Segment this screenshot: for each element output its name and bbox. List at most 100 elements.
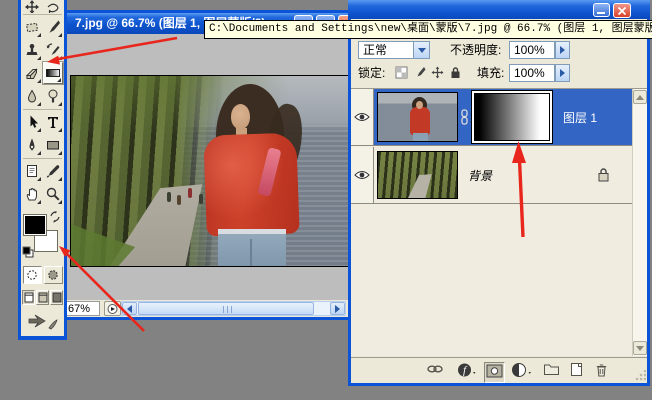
scroll-right-button[interactable] bbox=[330, 302, 345, 315]
standard-mode-icon bbox=[25, 268, 39, 282]
pedestrian bbox=[188, 188, 192, 198]
layer-mask-thumbnail[interactable] bbox=[471, 90, 553, 144]
pen-tool[interactable] bbox=[22, 134, 42, 156]
lock-transparency-icon[interactable] bbox=[395, 66, 408, 79]
woman-jeans bbox=[218, 229, 286, 267]
fullscreen-menubar-button[interactable] bbox=[36, 290, 49, 305]
layer1-thumbnail[interactable] bbox=[377, 92, 458, 142]
adjustment-layer-icon[interactable] bbox=[511, 362, 533, 381]
tools-palette bbox=[18, 0, 67, 340]
history-brush-tool[interactable] bbox=[43, 39, 63, 61]
notes-tool[interactable] bbox=[22, 160, 42, 182]
layer-list: 图层 1 背景 bbox=[351, 88, 647, 356]
visibility-toggle[interactable] bbox=[351, 147, 374, 203]
scroll-down-button[interactable] bbox=[633, 341, 647, 355]
path-tooltip: C:\Documents and Settings\new\桌面\蒙版\7.jp… bbox=[204, 20, 652, 39]
lock-label: 锁定: bbox=[358, 64, 385, 82]
fullscreen-button[interactable] bbox=[50, 290, 63, 305]
layer-row-background[interactable]: 背景 bbox=[351, 147, 632, 204]
type-tool[interactable] bbox=[43, 111, 63, 133]
hand-tool[interactable] bbox=[22, 183, 42, 205]
left-arrow-icon bbox=[127, 305, 132, 313]
zoom-level-box[interactable]: 67% bbox=[64, 301, 100, 316]
woman-face bbox=[231, 104, 250, 129]
panel-close-button[interactable] bbox=[613, 3, 631, 18]
jump-to-imageready-button[interactable] bbox=[27, 312, 59, 335]
add-layer-mask-icon[interactable] bbox=[484, 362, 505, 383]
link-layers-icon[interactable] bbox=[426, 362, 444, 379]
woman-red-top bbox=[203, 132, 299, 236]
pedestrian bbox=[199, 194, 203, 204]
layers-panel-title-bar[interactable] bbox=[348, 0, 650, 19]
opacity-label: 不透明度: bbox=[450, 41, 501, 59]
close-icon bbox=[617, 6, 627, 16]
lasso-tool[interactable] bbox=[43, 0, 63, 13]
right-arrow-icon bbox=[335, 305, 340, 313]
zoom-tool[interactable] bbox=[43, 183, 63, 205]
move-icon bbox=[24, 0, 40, 13]
background-thumbnail[interactable] bbox=[377, 151, 458, 199]
standard-mode-button[interactable] bbox=[23, 266, 42, 284]
default-colors-icon[interactable] bbox=[22, 246, 34, 261]
fill-label: 填充: bbox=[477, 64, 504, 82]
patch-tool[interactable] bbox=[22, 16, 42, 38]
delete-layer-icon[interactable] bbox=[594, 362, 609, 381]
blend-mode-value: 正常 bbox=[363, 43, 387, 57]
horizontal-scrollbar[interactable] bbox=[121, 301, 346, 316]
lasso-icon bbox=[45, 0, 61, 13]
new-layer-icon[interactable] bbox=[569, 362, 584, 380]
dodge-tool[interactable] bbox=[43, 85, 63, 107]
clone-stamp-tool[interactable] bbox=[22, 39, 42, 61]
layer-name[interactable]: 背景 bbox=[468, 167, 492, 184]
eyedropper-tool[interactable] bbox=[43, 160, 63, 182]
opacity-field[interactable]: 100% bbox=[509, 41, 555, 59]
eraser-tool[interactable] bbox=[22, 62, 42, 84]
fill-field[interactable]: 100% bbox=[509, 64, 555, 82]
zoom-level-value: 67% bbox=[68, 303, 90, 315]
image-canvas[interactable] bbox=[70, 75, 349, 267]
panel-scrollbar[interactable] bbox=[632, 89, 647, 356]
scroll-left-button[interactable] bbox=[122, 302, 137, 315]
quick-mask-icon bbox=[46, 268, 60, 282]
move-tool[interactable] bbox=[22, 0, 42, 13]
lock-position-icon[interactable] bbox=[431, 66, 444, 79]
opacity-slider-button[interactable] bbox=[555, 41, 570, 59]
visibility-toggle[interactable] bbox=[351, 89, 374, 145]
jump-imageready-icon bbox=[27, 312, 59, 332]
status-menu-button[interactable] bbox=[104, 301, 121, 316]
quick-mask-mode-button[interactable] bbox=[44, 266, 63, 284]
scrollbar-thumb[interactable] bbox=[138, 302, 314, 315]
new-group-icon[interactable] bbox=[543, 362, 560, 379]
mask-link-icon[interactable] bbox=[458, 109, 471, 125]
panel-minimize-button[interactable] bbox=[593, 3, 610, 17]
rectangle-tool[interactable] bbox=[43, 134, 63, 156]
layer-name[interactable]: 图层 1 bbox=[563, 109, 597, 126]
layer-row-1[interactable]: 图层 1 bbox=[351, 89, 632, 146]
blend-mode-dropdown[interactable]: 正常 bbox=[358, 41, 430, 59]
panel-resize-grip[interactable] bbox=[634, 370, 646, 382]
brush-tool[interactable] bbox=[43, 16, 63, 38]
document-canvas-area: 67% bbox=[63, 34, 349, 317]
document-status-bar: 67% bbox=[63, 300, 349, 317]
lock-all-icon[interactable] bbox=[449, 66, 462, 79]
fill-slider-button[interactable] bbox=[555, 64, 570, 82]
gradient-tool[interactable] bbox=[43, 62, 63, 84]
lock-icon bbox=[597, 167, 610, 185]
fullscreen-menubar-icon bbox=[38, 292, 48, 303]
layer-style-icon[interactable]: f bbox=[457, 362, 477, 381]
opacity-value: 100% bbox=[514, 43, 545, 57]
scroll-up-button[interactable] bbox=[633, 90, 647, 104]
swap-colors-icon[interactable] bbox=[48, 210, 62, 227]
status-menu-icon bbox=[107, 303, 119, 315]
lock-pixels-icon[interactable] bbox=[413, 66, 426, 79]
eye-icon bbox=[354, 111, 370, 123]
fill-value: 100% bbox=[514, 66, 545, 80]
chevron-down-icon[interactable] bbox=[413, 42, 429, 58]
path-selection-tool[interactable] bbox=[22, 111, 42, 133]
pedestrian bbox=[177, 195, 181, 205]
foreground-color-swatch[interactable] bbox=[24, 215, 46, 235]
standard-screen-button[interactable] bbox=[22, 290, 35, 305]
blur-tool[interactable] bbox=[22, 85, 42, 107]
gradient-mask bbox=[474, 93, 550, 141]
layers-panel-bottom-bar: f bbox=[351, 357, 647, 383]
